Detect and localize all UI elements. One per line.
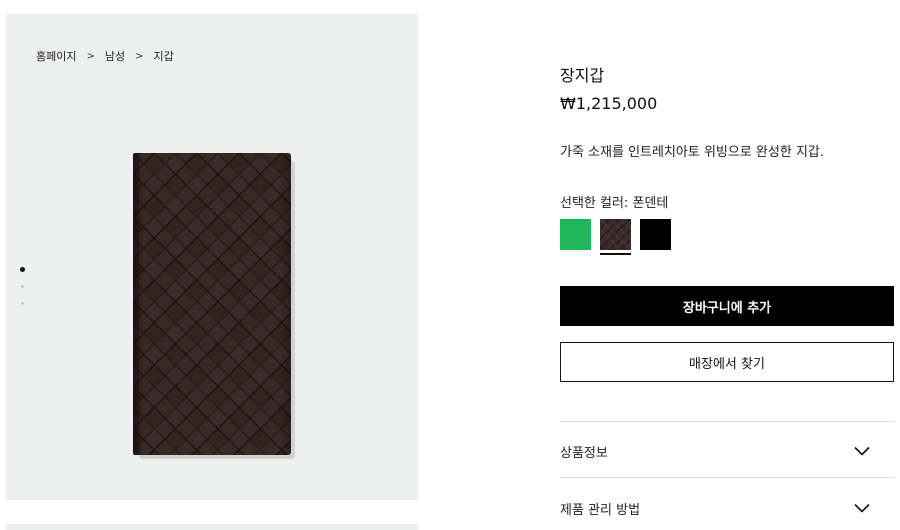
breadcrumb-wallets[interactable]: 지갑 [154, 48, 174, 64]
swatch-fondant-texture [599, 218, 632, 251]
gallery-pagination [20, 267, 25, 319]
product-price: ₩1,215,000 [560, 94, 658, 113]
breadcrumb-men[interactable]: 남성 [105, 48, 125, 64]
gallery-dot-1[interactable] [20, 267, 25, 272]
breadcrumb-home[interactable]: 홈페이지 [36, 48, 76, 64]
divider [560, 421, 894, 422]
find-in-store-button[interactable]: 매장에서 찾기 [560, 342, 894, 382]
breadcrumb-separator: > [135, 50, 144, 62]
chevron-down-icon [854, 446, 870, 456]
product-image-wallet [133, 153, 295, 459]
divider [560, 477, 894, 478]
breadcrumb: 홈페이지 > 남성 > 지갑 [36, 48, 174, 64]
product-title: 장지갑 [560, 66, 605, 85]
swatch-black[interactable] [640, 219, 671, 250]
accordion-label: 제품 관리 방법 [560, 502, 641, 518]
chevron-down-icon [854, 503, 870, 513]
swatch-fondant[interactable] [599, 218, 632, 255]
accordion-product-info[interactable]: 상품정보 [560, 429, 894, 473]
selected-color-label: 선택한 컬러: 폰덴테 [560, 196, 669, 211]
gallery-dot-2[interactable] [21, 285, 24, 288]
next-gallery-image [6, 524, 418, 530]
product-gallery: 홈페이지 > 남성 > 지갑 [6, 14, 418, 500]
add-to-cart-button[interactable]: 장바구니에 추가 [560, 286, 894, 326]
swatch-green[interactable] [560, 219, 591, 250]
gallery-dot-3[interactable] [21, 302, 24, 305]
color-swatches [560, 218, 680, 255]
product-description: 가죽 소재를 인트레치아토 위빙으로 완성한 지갑. [560, 145, 824, 160]
breadcrumb-separator: > [86, 50, 95, 62]
product-page: 홈페이지 > 남성 > 지갑 장지갑 ₩1,215,000 가죽 소재를 인트레… [0, 0, 900, 530]
accordion-care-instructions[interactable]: 제품 관리 방법 [560, 486, 894, 530]
accordion-label: 상품정보 [560, 445, 608, 461]
